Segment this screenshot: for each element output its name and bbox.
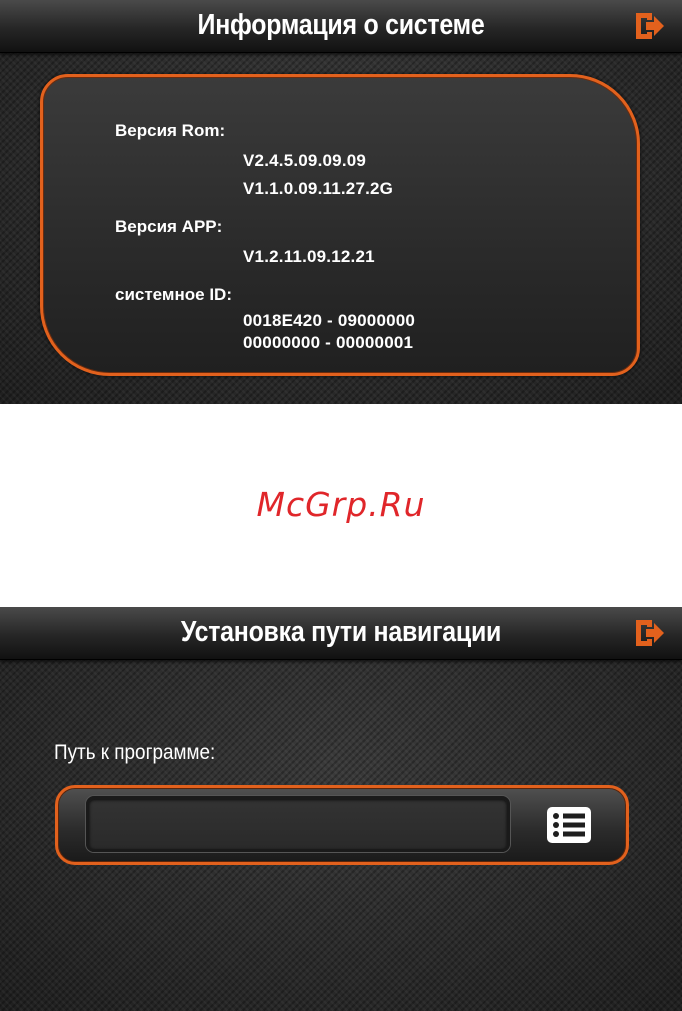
system-info-panel: Версия Rom: V2.4.5.09.09.09 V1.1.0.09.11… [40, 74, 640, 376]
system-id-value: 00000000 - 00000001 [243, 333, 414, 352]
exit-button[interactable] [632, 9, 666, 43]
program-path-input[interactable] [86, 796, 510, 852]
app-version-value: V1.2.11.09.12.21 [243, 247, 375, 266]
title-bar: Установка пути навигации [0, 607, 682, 660]
watermark-text: McGrp.Ru [256, 485, 426, 524]
page-title: Информация о системе [197, 9, 485, 41]
exit-icon [636, 620, 664, 646]
list-icon [547, 807, 591, 843]
browse-button[interactable] [524, 798, 614, 852]
rom-version-value: V2.4.5.09.09.09 [243, 151, 367, 170]
exit-button[interactable] [632, 616, 666, 650]
system-info-screen: Информация о системе Версия Rom: V2.4.5.… [0, 0, 682, 404]
system-id-value: 0018E420 - 09000000 [243, 311, 416, 330]
system-id-label: системное ID: [115, 285, 232, 304]
navigation-path-screen: Установка пути навигации Путь к программ… [0, 607, 682, 1011]
program-path-row [55, 785, 629, 865]
app-version-label: Версия APP: [115, 217, 223, 236]
rom-version-label: Версия Rom: [115, 121, 226, 140]
exit-icon [636, 13, 664, 39]
title-bar: Информация о системе [0, 0, 682, 53]
rom-version-value: V1.1.0.09.11.27.2G [243, 179, 394, 198]
page-title: Установка пути навигации [180, 616, 502, 648]
program-path-label: Путь к программе: [54, 741, 216, 764]
